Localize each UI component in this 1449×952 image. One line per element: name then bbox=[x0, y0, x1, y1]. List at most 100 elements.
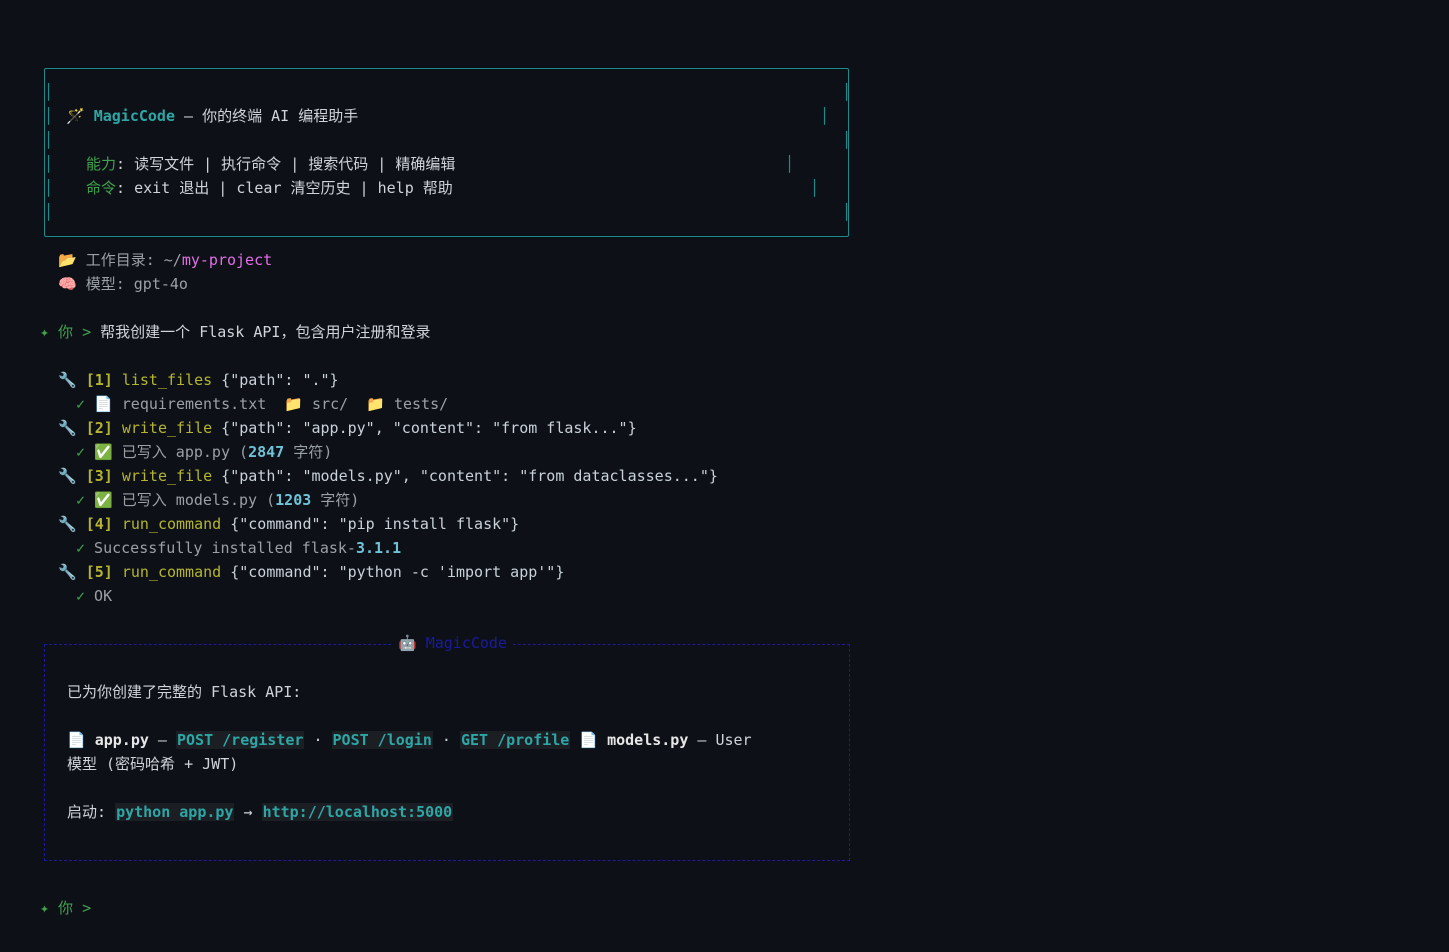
cmds-label: 命令 bbox=[86, 179, 117, 197]
banner-border-left: │ bbox=[44, 83, 54, 101]
workdir-line: 📂 工作目录: ~/my-project bbox=[58, 248, 272, 272]
tool-call-line: 🔧 [1] list_files {"path": "."} bbox=[58, 368, 339, 392]
banner-border-right: │ bbox=[842, 131, 852, 149]
banner-border-left: │ bbox=[44, 155, 54, 173]
tool-result-line: ✓ ✅ 已写入 models.py (1203 字符) bbox=[76, 488, 359, 512]
workdir-value: my-project bbox=[181, 251, 273, 269]
response-files-line: 📄 app.py — POST /register · POST /login … bbox=[67, 728, 752, 752]
folder-icon: 📁 bbox=[284, 395, 304, 413]
model-text: 模型: gpt-4o bbox=[85, 275, 188, 293]
endpoint: POST /login bbox=[331, 731, 433, 749]
response-title-text: MagicCode bbox=[425, 634, 507, 652]
file-name: app.py bbox=[94, 731, 149, 749]
separator: · bbox=[432, 731, 460, 749]
result-text: requirements.txt bbox=[112, 395, 285, 413]
version-number: 3.1.1 bbox=[355, 539, 402, 557]
char-count: 2847 bbox=[248, 443, 285, 461]
banner-border-left: │ bbox=[44, 179, 54, 197]
wrench-icon: 🔧 bbox=[58, 419, 77, 437]
tool-result-line: ✓ ✅ 已写入 app.py (2847 字符) bbox=[76, 440, 332, 464]
tool-index: [5] bbox=[85, 563, 113, 581]
arrow: → bbox=[234, 803, 262, 821]
wrench-icon: 🔧 bbox=[58, 467, 77, 485]
wand-icon: 🪄 bbox=[66, 107, 85, 125]
result-text: Successfully installed flask- bbox=[85, 539, 356, 557]
check-icon: ✓ bbox=[76, 491, 86, 509]
result-text: OK bbox=[85, 587, 113, 605]
tool-args: {"path": "models.py", "content": "from d… bbox=[212, 467, 718, 485]
tool-result-line: ✓ Successfully installed flask-3.1.1 bbox=[76, 536, 401, 560]
user-prompt-line: ✦ 你 > 帮我创建一个 Flask API，包含用户注册和登录 bbox=[40, 320, 430, 344]
banner-border-left: │ bbox=[44, 107, 54, 125]
server-url[interactable]: http://localhost:5000 bbox=[261, 803, 454, 821]
tool-call-line: 🔧 [5] run_command {"command": "python -c… bbox=[58, 560, 564, 584]
separator: — bbox=[175, 107, 203, 125]
capabilities-line: 能力: 读写文件 | 执行命令 | 搜索代码 | 精确编辑 bbox=[86, 152, 455, 176]
result-text: src/ bbox=[303, 395, 367, 413]
tool-name: list_files bbox=[121, 371, 213, 389]
file-icon: 📄 bbox=[94, 395, 113, 413]
tool-index: [1] bbox=[85, 371, 113, 389]
banner-border-right: │ bbox=[842, 203, 852, 221]
start-label: 启动: bbox=[67, 803, 116, 821]
tool-index: [2] bbox=[85, 419, 113, 437]
tool-index: [4] bbox=[85, 515, 113, 533]
banner-border-right: │ bbox=[820, 107, 830, 125]
separator: — bbox=[148, 731, 176, 749]
start-command: python app.py bbox=[115, 803, 235, 821]
cmds-text: : exit 退出 | clear 清空历史 | help 帮助 bbox=[116, 179, 453, 197]
check-icon: ✓ bbox=[76, 587, 86, 605]
char-count: 1203 bbox=[275, 491, 312, 509]
folder-icon: 📁 bbox=[366, 395, 385, 413]
checkmark-icon: ✅ bbox=[94, 491, 113, 509]
tool-call-line: 🔧 [2] write_file {"path": "app.py", "con… bbox=[58, 416, 637, 440]
banner-title-line: 🪄 MagicCode — 你的终端 AI 编程助手 bbox=[66, 104, 358, 128]
caps-text: : 读写文件 | 执行命令 | 搜索代码 | 精确编辑 bbox=[116, 155, 456, 173]
result-text: 已写入 models.py ( bbox=[112, 491, 276, 509]
tool-args: {"command": "python -c 'import app'"} bbox=[221, 563, 565, 581]
file-name: models.py bbox=[607, 731, 689, 749]
banner-border-right: │ bbox=[810, 179, 820, 197]
model-description-cont: 模型 (密码哈希 + JWT) bbox=[67, 755, 239, 773]
tool-name: run_command bbox=[121, 515, 222, 533]
tool-result-line: ✓ 📄 requirements.txt 📁 src/ 📁 tests/ bbox=[76, 392, 448, 416]
wrench-icon: 🔧 bbox=[58, 563, 77, 581]
tool-args: {"path": "."} bbox=[212, 371, 339, 389]
tool-name: run_command bbox=[121, 563, 222, 581]
result-text: 字符) bbox=[311, 491, 360, 509]
wrench-icon: 🔧 bbox=[58, 371, 77, 389]
folder-icon: 📂 bbox=[58, 251, 77, 269]
check-icon: ✓ bbox=[76, 443, 86, 461]
result-text: 已写入 app.py ( bbox=[112, 443, 249, 461]
tool-args: {"command": "pip install flask"} bbox=[221, 515, 520, 533]
input-prompt[interactable]: ✦ 你 > bbox=[40, 896, 100, 920]
tool-args: {"path": "app.py", "content": "from flas… bbox=[212, 419, 637, 437]
tagline: 你的终端 AI 编程助手 bbox=[202, 107, 359, 125]
tool-name: write_file bbox=[121, 419, 213, 437]
banner-border-right: │ bbox=[842, 83, 852, 101]
commands-line: 命令: exit 退出 | clear 清空历史 | help 帮助 bbox=[86, 176, 453, 200]
banner-border-left: │ bbox=[44, 203, 54, 221]
check-icon: ✓ bbox=[76, 395, 86, 413]
user-message: 帮我创建一个 Flask API，包含用户注册和登录 bbox=[100, 323, 431, 341]
model-line: 🧠 模型: gpt-4o bbox=[58, 272, 188, 296]
check-icon: ✓ bbox=[76, 539, 86, 557]
tool-name: write_file bbox=[121, 467, 213, 485]
endpoint: POST /register bbox=[176, 731, 305, 749]
file-icon: 📄 bbox=[579, 731, 599, 749]
tool-index: [3] bbox=[85, 467, 113, 485]
start-line: 启动: python app.py → http://localhost:500… bbox=[67, 800, 454, 824]
caps-label: 能力 bbox=[86, 155, 117, 173]
prompt-marker: ✦ 你 > bbox=[40, 323, 101, 341]
workdir-label: 工作目录: ~/ bbox=[85, 251, 182, 269]
banner-border-left: │ bbox=[44, 131, 54, 149]
wrench-icon: 🔧 bbox=[58, 515, 77, 533]
response-title: 🤖 MagicCode bbox=[392, 631, 513, 655]
banner-border-right: │ bbox=[785, 155, 795, 173]
endpoint: GET /profile bbox=[459, 731, 571, 749]
result-text: tests/ bbox=[384, 395, 449, 413]
tool-call-line: 🔧 [4] run_command {"command": "pip insta… bbox=[58, 512, 519, 536]
file-icon: 📄 bbox=[67, 731, 86, 749]
checkmark-icon: ✅ bbox=[94, 443, 113, 461]
result-text: 字符) bbox=[284, 443, 333, 461]
